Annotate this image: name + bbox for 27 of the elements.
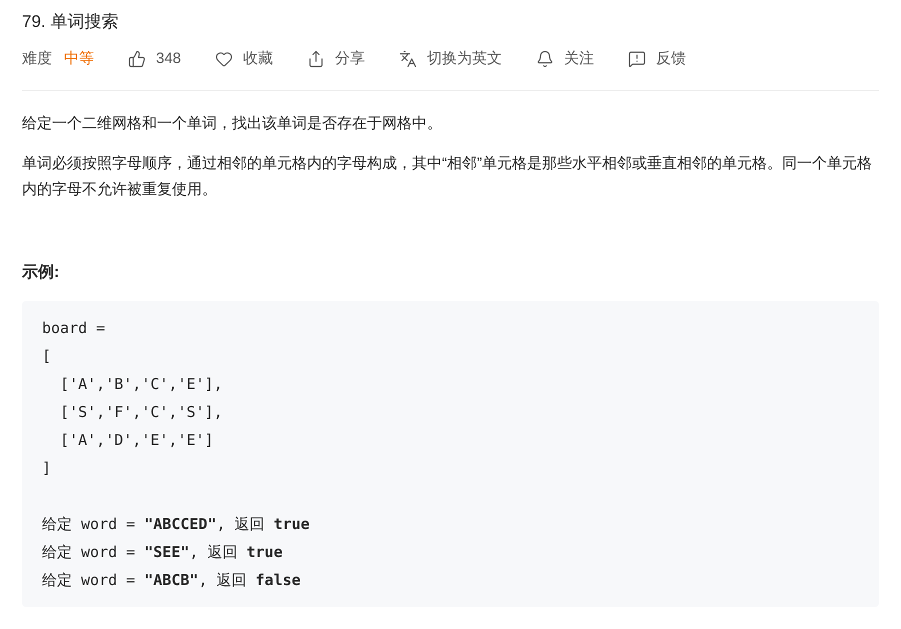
translate-icon xyxy=(399,50,418,68)
toolbar-button[interactable]: 切换为英文 xyxy=(399,48,502,70)
code-line: ['S','F','C','S'], xyxy=(59,403,223,421)
code-line: 给定 word = "SEE", 返回 true xyxy=(42,543,283,561)
bell-icon xyxy=(536,50,554,68)
code-line: ] xyxy=(42,459,52,477)
difficulty-value: 中等 xyxy=(64,48,94,69)
code-line: board = xyxy=(42,319,106,337)
toolbar-button[interactable]: 348 xyxy=(128,48,182,70)
heart-icon xyxy=(215,50,234,68)
thumbs-up-icon xyxy=(128,50,146,68)
example-heading: 示例: xyxy=(22,263,60,283)
toolbar-button[interactable]: 关注 xyxy=(536,48,594,70)
code-line: 给定 word = "ABCCED", 返回 true xyxy=(42,515,310,533)
description-paragraph: 单词必须按照字母顺序，通过相邻的单元格内的字母构成，其中“相邻”单元格是那些水平相邻或垂直相邻的单元格。同一个单元格内的字母不允许被重复使用。 xyxy=(22,154,873,200)
difficulty-label: 难度 xyxy=(22,48,52,69)
share-icon xyxy=(307,50,326,68)
toolbar-button[interactable]: 收藏 xyxy=(215,48,274,70)
code-line: 给定 word = "ABCB", 返回 false xyxy=(42,571,301,589)
toolbar-button[interactable]: 反馈 xyxy=(628,48,686,70)
toolbar-button[interactable]: 分享 xyxy=(307,48,366,70)
problem-title: 79. 单词搜索 xyxy=(22,11,120,33)
feedback-icon xyxy=(628,50,646,68)
code-line: ['A','D','E','E'] xyxy=(59,431,214,449)
code-line: ['A','B','C','E'], xyxy=(59,375,223,393)
description-paragraph: 给定一个二维网格和一个单词，找出该单词是否存在于网格中。 xyxy=(22,114,443,134)
code-line: [ xyxy=(42,347,52,365)
